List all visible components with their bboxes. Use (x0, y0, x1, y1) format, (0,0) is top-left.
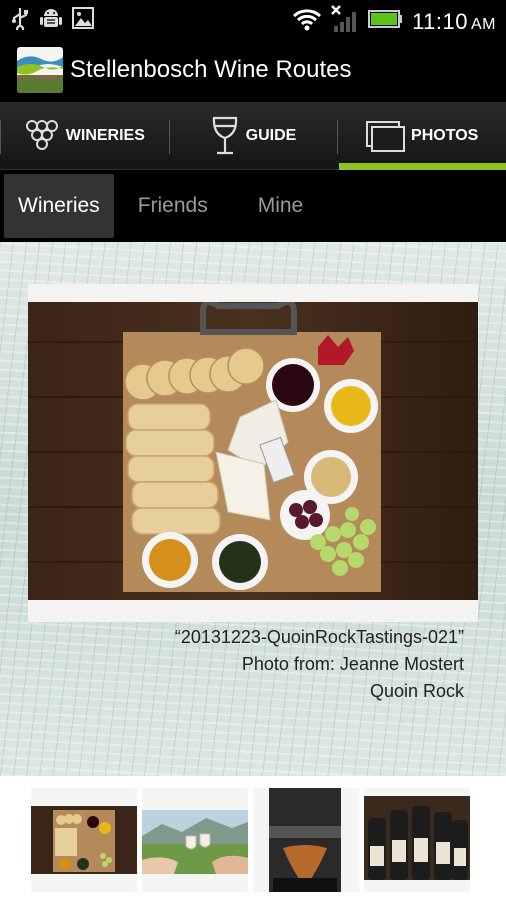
tab-wineries-label: WINERIES (65, 126, 145, 144)
photos-icon (365, 120, 406, 152)
photo-viewer: “20131223-QuoinRockTastings-021” Photo f… (0, 242, 506, 776)
thumbnail-strip (0, 776, 506, 900)
tab-divider (337, 120, 339, 154)
subtab-mine[interactable]: Mine (244, 174, 318, 238)
wifi-icon (292, 7, 322, 36)
thumbnail-4[interactable] (364, 788, 470, 892)
clock-time: 11:10 (412, 8, 468, 34)
photo-card[interactable] (28, 284, 478, 622)
status-bar: 11:10 AM (0, 0, 506, 38)
android-debug-icon (40, 6, 62, 35)
tab-divider (0, 120, 1, 154)
main-tab-bar: WINERIES GUIDE PHOTOS (0, 102, 506, 170)
thumbnail-1[interactable] (31, 788, 137, 892)
no-signal-icon (330, 4, 360, 39)
thumbnail-3[interactable] (253, 788, 359, 892)
photo-winery[interactable]: Quoin Rock (175, 678, 464, 705)
clock: 11:10 AM (412, 9, 496, 35)
app-title: Stellenbosch Wine Routes (70, 56, 352, 83)
clock-ampm: AM (471, 15, 496, 33)
app-header: Stellenbosch Wine Routes (0, 38, 506, 102)
sub-tab-bar: Wineries Friends Mine (0, 170, 506, 242)
photo-credit: Photo from: Jeanne Mostert (241, 654, 464, 674)
grapes-icon (24, 118, 60, 154)
battery-icon (368, 9, 404, 34)
wine-glass-icon (210, 116, 240, 156)
usb-icon (10, 6, 30, 35)
tab-divider (168, 120, 170, 154)
subtab-friends[interactable]: Friends (124, 174, 222, 238)
tab-wineries[interactable]: WINERIES (0, 102, 169, 169)
photo-title: “20131223-QuoinRockTastings-021” (174, 627, 464, 647)
thumbnail-2[interactable] (142, 788, 248, 892)
tab-guide[interactable]: GUIDE (168, 102, 338, 169)
gallery-icon (72, 7, 94, 34)
tab-guide-label: GUIDE (245, 126, 297, 144)
tab-photos-label: PHOTOS (411, 126, 479, 144)
stellenbosch-logo-icon[interactable] (17, 47, 63, 93)
subtab-wineries[interactable]: Wineries (4, 174, 114, 238)
featured-photo[interactable] (28, 302, 478, 600)
tab-photos[interactable]: PHOTOS (337, 102, 506, 170)
photo-caption: “20131223-QuoinRockTastings-021” Photo f… (175, 624, 464, 705)
